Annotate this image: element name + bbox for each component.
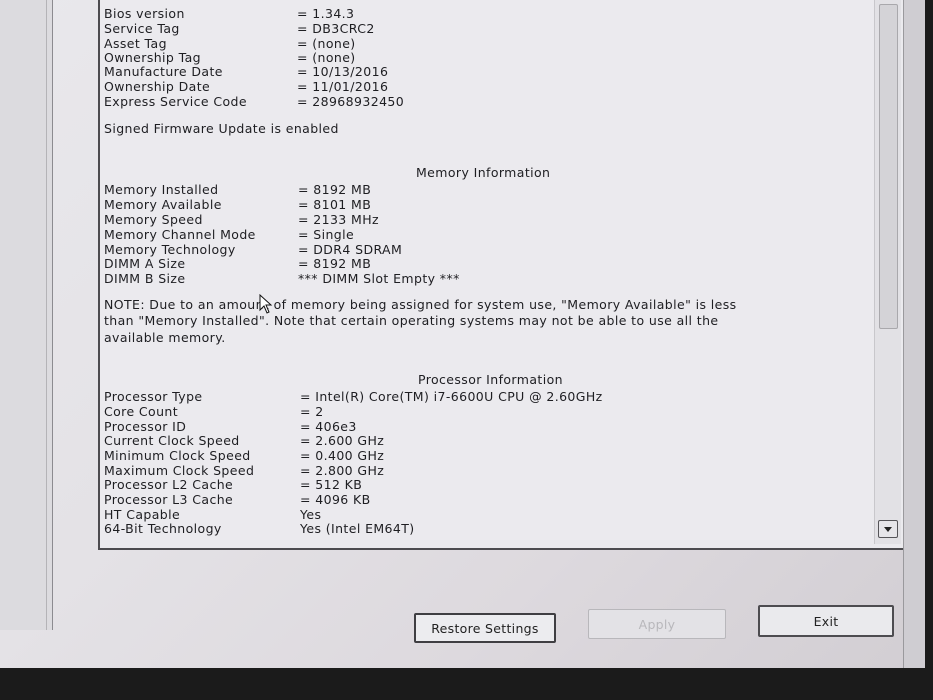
info-scrollbar[interactable] xyxy=(874,0,901,544)
processor-section-title: Processor Information xyxy=(418,372,563,387)
info-label: Processor L3 Cache xyxy=(104,492,234,507)
info-value: = 8192 MB xyxy=(298,182,372,197)
info-label: Core Count xyxy=(104,404,179,419)
right-edge-bar xyxy=(903,0,925,668)
info-label: Memory Available xyxy=(104,197,222,212)
settings-tree-inner xyxy=(0,0,47,630)
restore-settings-button[interactable]: Restore Settings xyxy=(414,613,556,643)
info-value: = 2 xyxy=(300,404,324,419)
system-information-content: Bios version = 1.34.3 Service Tag = DB3C… xyxy=(104,0,874,545)
info-label: 64-Bit Technology xyxy=(104,521,222,536)
info-value: = 2.600 GHz xyxy=(300,433,385,448)
info-value: = 512 KB xyxy=(300,477,363,492)
info-label: DIMM B Size xyxy=(104,271,186,286)
bios-screen: Bios version = 1.34.3 Service Tag = DB3C… xyxy=(0,0,925,668)
info-value: = Intel(R) Core(TM) i7-6600U CPU @ 2.60G… xyxy=(300,389,603,404)
memory-section-title: Memory Information xyxy=(416,165,551,180)
apply-button[interactable]: Apply xyxy=(588,609,726,639)
firmware-update-status: Signed Firmware Update is enabled xyxy=(104,121,339,136)
info-label: Ownership Date xyxy=(104,79,211,94)
info-label: Memory Channel Mode xyxy=(104,227,256,242)
info-value: = 8192 MB xyxy=(298,256,372,271)
memory-note-line: available memory. xyxy=(104,330,226,345)
info-value: = 2133 MHz xyxy=(298,212,379,227)
info-label: Processor L2 Cache xyxy=(104,477,234,492)
exit-button[interactable]: Exit xyxy=(758,605,894,637)
info-label: DIMM A Size xyxy=(104,256,186,271)
info-value: = Single xyxy=(298,227,355,242)
memory-note-line: NOTE: Due to an amount of memory being a… xyxy=(104,297,737,312)
scroll-down-arrow-icon[interactable] xyxy=(878,520,898,538)
info-label: Minimum Clock Speed xyxy=(104,448,251,463)
info-value: = 0.400 GHz xyxy=(300,448,385,463)
info-label: Processor Type xyxy=(104,389,203,404)
info-value: = 8101 MB xyxy=(298,197,372,212)
info-label: Memory Speed xyxy=(104,212,203,227)
info-label: Manufacture Date xyxy=(104,64,223,79)
settings-tree-pane[interactable] xyxy=(0,0,53,630)
info-value: = 28968932450 xyxy=(297,94,405,109)
info-label: Current Clock Speed xyxy=(104,433,240,448)
info-label: Service Tag xyxy=(104,21,180,36)
info-value: = 1.34.3 xyxy=(297,6,355,21)
memory-note-line: than "Memory Installed". Note that certa… xyxy=(104,313,719,328)
info-label: Bios version xyxy=(104,6,185,21)
mouse-pointer-icon xyxy=(259,294,273,314)
info-value: *** DIMM Slot Empty *** xyxy=(298,271,460,286)
scrollbar-thumb[interactable] xyxy=(879,4,898,329)
info-value: = 10/13/2016 xyxy=(297,64,389,79)
info-value: Yes (Intel EM64T) xyxy=(300,521,415,536)
info-label: Memory Installed xyxy=(104,182,219,197)
info-value: = 11/01/2016 xyxy=(297,79,389,94)
info-label: Express Service Code xyxy=(104,94,247,109)
info-value: = DB3CRC2 xyxy=(297,21,375,36)
info-value: = 4096 KB xyxy=(300,492,371,507)
